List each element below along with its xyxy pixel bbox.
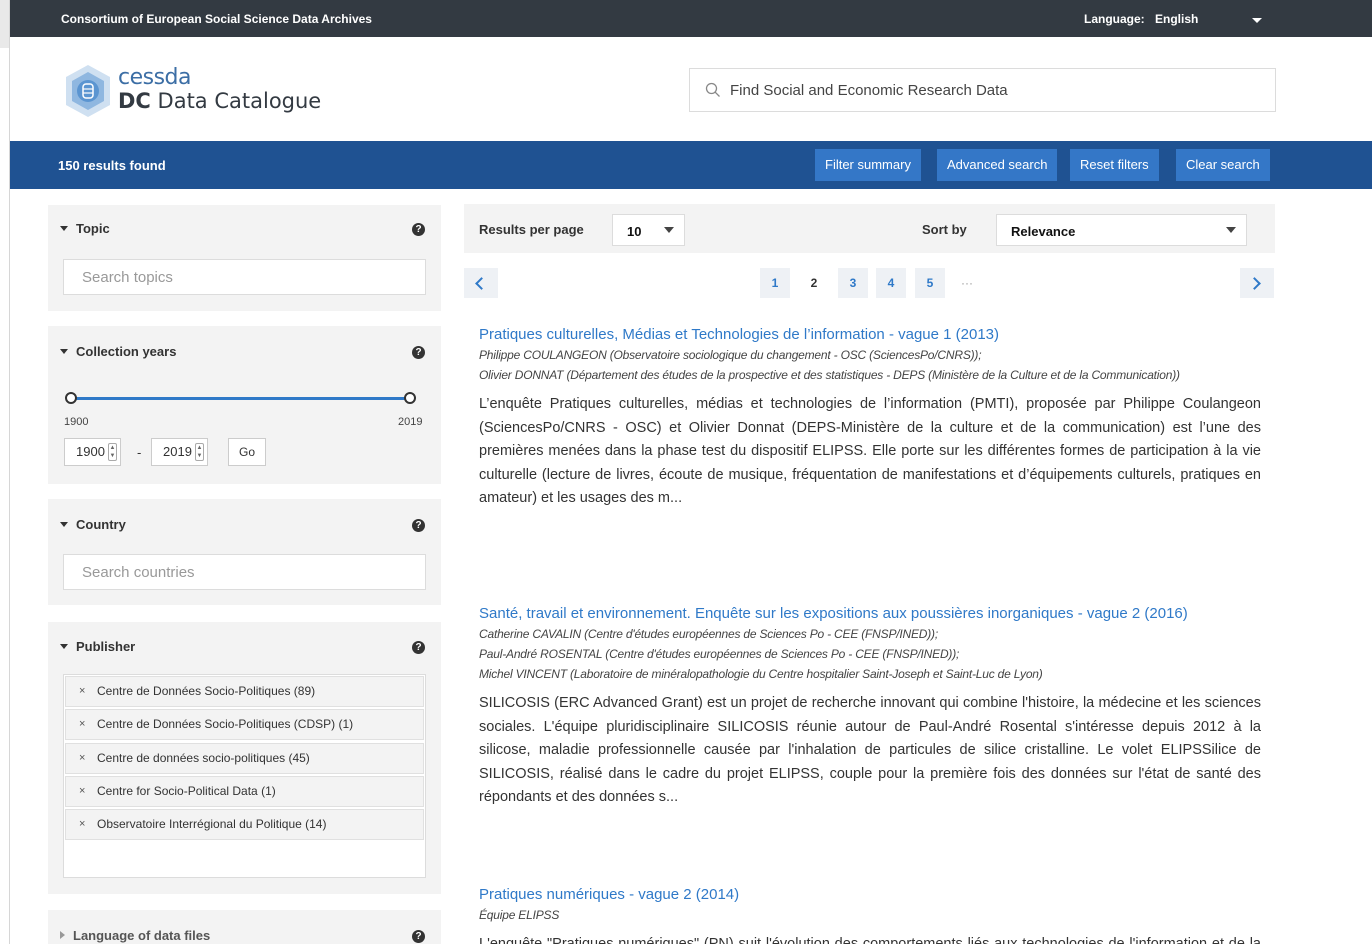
topic-search-input[interactable] xyxy=(63,259,426,295)
facet-collection-years: Collection years ? 1900 2019 1900 ▲ ▼ - 20… xyxy=(48,326,441,484)
years-min-label: 1900 xyxy=(64,416,89,428)
publisher-selected-item: × Centre for Socio-Political Data (1) xyxy=(65,776,424,807)
result-item: Santé, travail et environnement. Enquête… xyxy=(479,604,1261,810)
country-search-input[interactable] xyxy=(63,554,426,590)
page-ellipsis: ··· xyxy=(961,276,973,290)
result-author: Olivier DONNAT (Département des études d… xyxy=(479,368,1180,382)
reset-filters-button[interactable]: Reset filters xyxy=(1070,149,1159,181)
caret-down-icon xyxy=(60,644,68,649)
page-button[interactable]: 3 xyxy=(838,268,868,298)
advanced-search-button[interactable]: Advanced search xyxy=(937,149,1058,181)
chevron-down-icon xyxy=(1226,227,1236,233)
publisher-selected-item: × Centre de Données Socio-Politiques (CDS… xyxy=(65,709,424,740)
header: cessda DC Data Catalogue xyxy=(10,37,1372,141)
facet-topic-toggle[interactable]: Topic xyxy=(60,221,110,236)
clear-search-button[interactable]: Clear search xyxy=(1176,149,1270,181)
filter-summary-button[interactable]: Filter summary xyxy=(815,149,921,181)
results-controls: Results per page 10 Sort by Relevance xyxy=(464,204,1275,253)
remove-icon[interactable]: × xyxy=(79,677,85,706)
year-range-dash: - xyxy=(137,445,142,460)
help-icon[interactable]: ? xyxy=(412,930,425,943)
language-selector[interactable]: English xyxy=(1155,12,1198,26)
sort-by-label: Sort by xyxy=(922,222,967,237)
stepper-icon[interactable]: ▲ ▼ xyxy=(195,443,204,461)
result-title-link[interactable]: Pratiques culturelles, Médias et Technol… xyxy=(479,325,1261,345)
caret-down-icon xyxy=(60,522,68,527)
cessda-logo-icon[interactable] xyxy=(60,63,116,119)
logo-text-catalogue: DC Data Catalogue xyxy=(118,89,322,113)
facet-language-toggle[interactable]: Language of data files xyxy=(60,928,210,943)
publisher-selected-item: × Centre de Données Socio-Politiques (89) xyxy=(65,676,424,707)
chevron-down-icon xyxy=(664,227,674,233)
facet-years-toggle[interactable]: Collection years xyxy=(60,344,176,359)
years-slider-min-handle[interactable] xyxy=(65,392,77,404)
result-description: L’enquête Pratiques culturelles, médias … xyxy=(479,396,1261,506)
years-go-button[interactable]: Go xyxy=(228,438,266,466)
result-author: Paul-André ROSENTAL (Centre d'études eur… xyxy=(479,647,960,661)
sort-by-select[interactable]: Relevance xyxy=(996,214,1247,246)
result-description: SILICOSIS (ERC Advanced Grant) est un pr… xyxy=(479,695,1261,805)
help-icon[interactable]: ? xyxy=(412,223,425,236)
chevron-down-icon[interactable] xyxy=(1252,18,1262,23)
facet-topic: Topic ? xyxy=(48,205,441,311)
facet-country-toggle[interactable]: Country xyxy=(60,517,126,532)
search-input[interactable] xyxy=(730,77,1260,103)
top-bar: Consortium of European Social Science Da… xyxy=(10,0,1372,37)
main-search xyxy=(689,68,1276,112)
year-from-input[interactable]: 1900 ▲ ▼ xyxy=(64,438,121,466)
search-icon xyxy=(705,82,720,97)
publisher-selected-item: × Observatoire Interrégional du Politique… xyxy=(65,809,424,840)
help-icon[interactable]: ? xyxy=(412,346,425,359)
previous-page-button[interactable] xyxy=(464,268,498,298)
remove-icon[interactable]: × xyxy=(79,777,85,806)
publisher-selected-item: × Centre de données socio-politiques (45) xyxy=(65,743,424,774)
page-button-current: 2 xyxy=(810,276,818,290)
result-title-link[interactable]: Santé, travail et environnement. Enquête… xyxy=(479,604,1261,624)
page-button[interactable]: 1 xyxy=(760,268,790,298)
stepper-icon[interactable]: ▲ ▼ xyxy=(108,443,117,461)
left-gutter xyxy=(0,0,10,944)
caret-right-icon xyxy=(60,931,65,939)
results-per-page-select[interactable]: 10 xyxy=(612,214,685,246)
years-max-label: 2019 xyxy=(398,416,423,428)
page-button[interactable]: 4 xyxy=(876,268,906,298)
result-author: Michel VINCENT (Laboratoire de minéralop… xyxy=(479,667,1043,681)
publisher-selected-list: × Centre de Données Socio-Politiques (89)… xyxy=(63,674,426,878)
next-page-button[interactable] xyxy=(1240,268,1274,298)
remove-icon[interactable]: × xyxy=(79,810,85,839)
remove-icon[interactable]: × xyxy=(79,744,85,773)
facet-publisher-toggle[interactable]: Publisher xyxy=(60,639,135,654)
result-description: L'enquête "Pratiques numériques" (PN) su… xyxy=(479,936,1261,944)
result-item: Pratiques numériques - vague 2 (2014) Éq… xyxy=(479,885,1261,944)
caret-down-icon xyxy=(60,226,68,231)
page-button[interactable]: 5 xyxy=(915,268,945,298)
years-slider-track[interactable] xyxy=(70,397,410,400)
consortium-name: Consortium of European Social Science Da… xyxy=(61,12,372,26)
help-icon[interactable]: ? xyxy=(412,641,425,654)
remove-icon[interactable]: × xyxy=(79,710,85,739)
result-author: Équipe ELIPSS xyxy=(479,908,560,922)
help-icon[interactable]: ? xyxy=(412,519,425,532)
result-author: Catherine CAVALIN (Centre d'études europ… xyxy=(479,627,938,641)
facet-country: Country ? xyxy=(48,499,441,605)
logo-text-cessda: cessda xyxy=(118,65,192,90)
caret-down-icon xyxy=(60,349,68,354)
result-title-link[interactable]: Pratiques numériques - vague 2 (2014) xyxy=(479,885,1261,905)
years-slider-max-handle[interactable] xyxy=(404,392,416,404)
results-per-page-label: Results per page xyxy=(479,222,584,237)
result-item: Pratiques culturelles, Médias et Technol… xyxy=(479,325,1261,511)
results-bar: 150 results found Filter summary Advance… xyxy=(10,141,1372,189)
page-frame: Consortium of European Social Science Da… xyxy=(10,0,1372,944)
facet-language: Language of data files ? xyxy=(48,910,441,944)
result-author: Philippe COULANGEON (Observatoire sociol… xyxy=(479,348,982,362)
results-count: 150 results found xyxy=(58,158,166,173)
language-label: Language: xyxy=(1084,12,1145,26)
year-to-input[interactable]: 2019 ▲ ▼ xyxy=(151,438,208,466)
facet-publisher: Publisher ? × Centre de Données Socio-Pol… xyxy=(48,622,441,894)
